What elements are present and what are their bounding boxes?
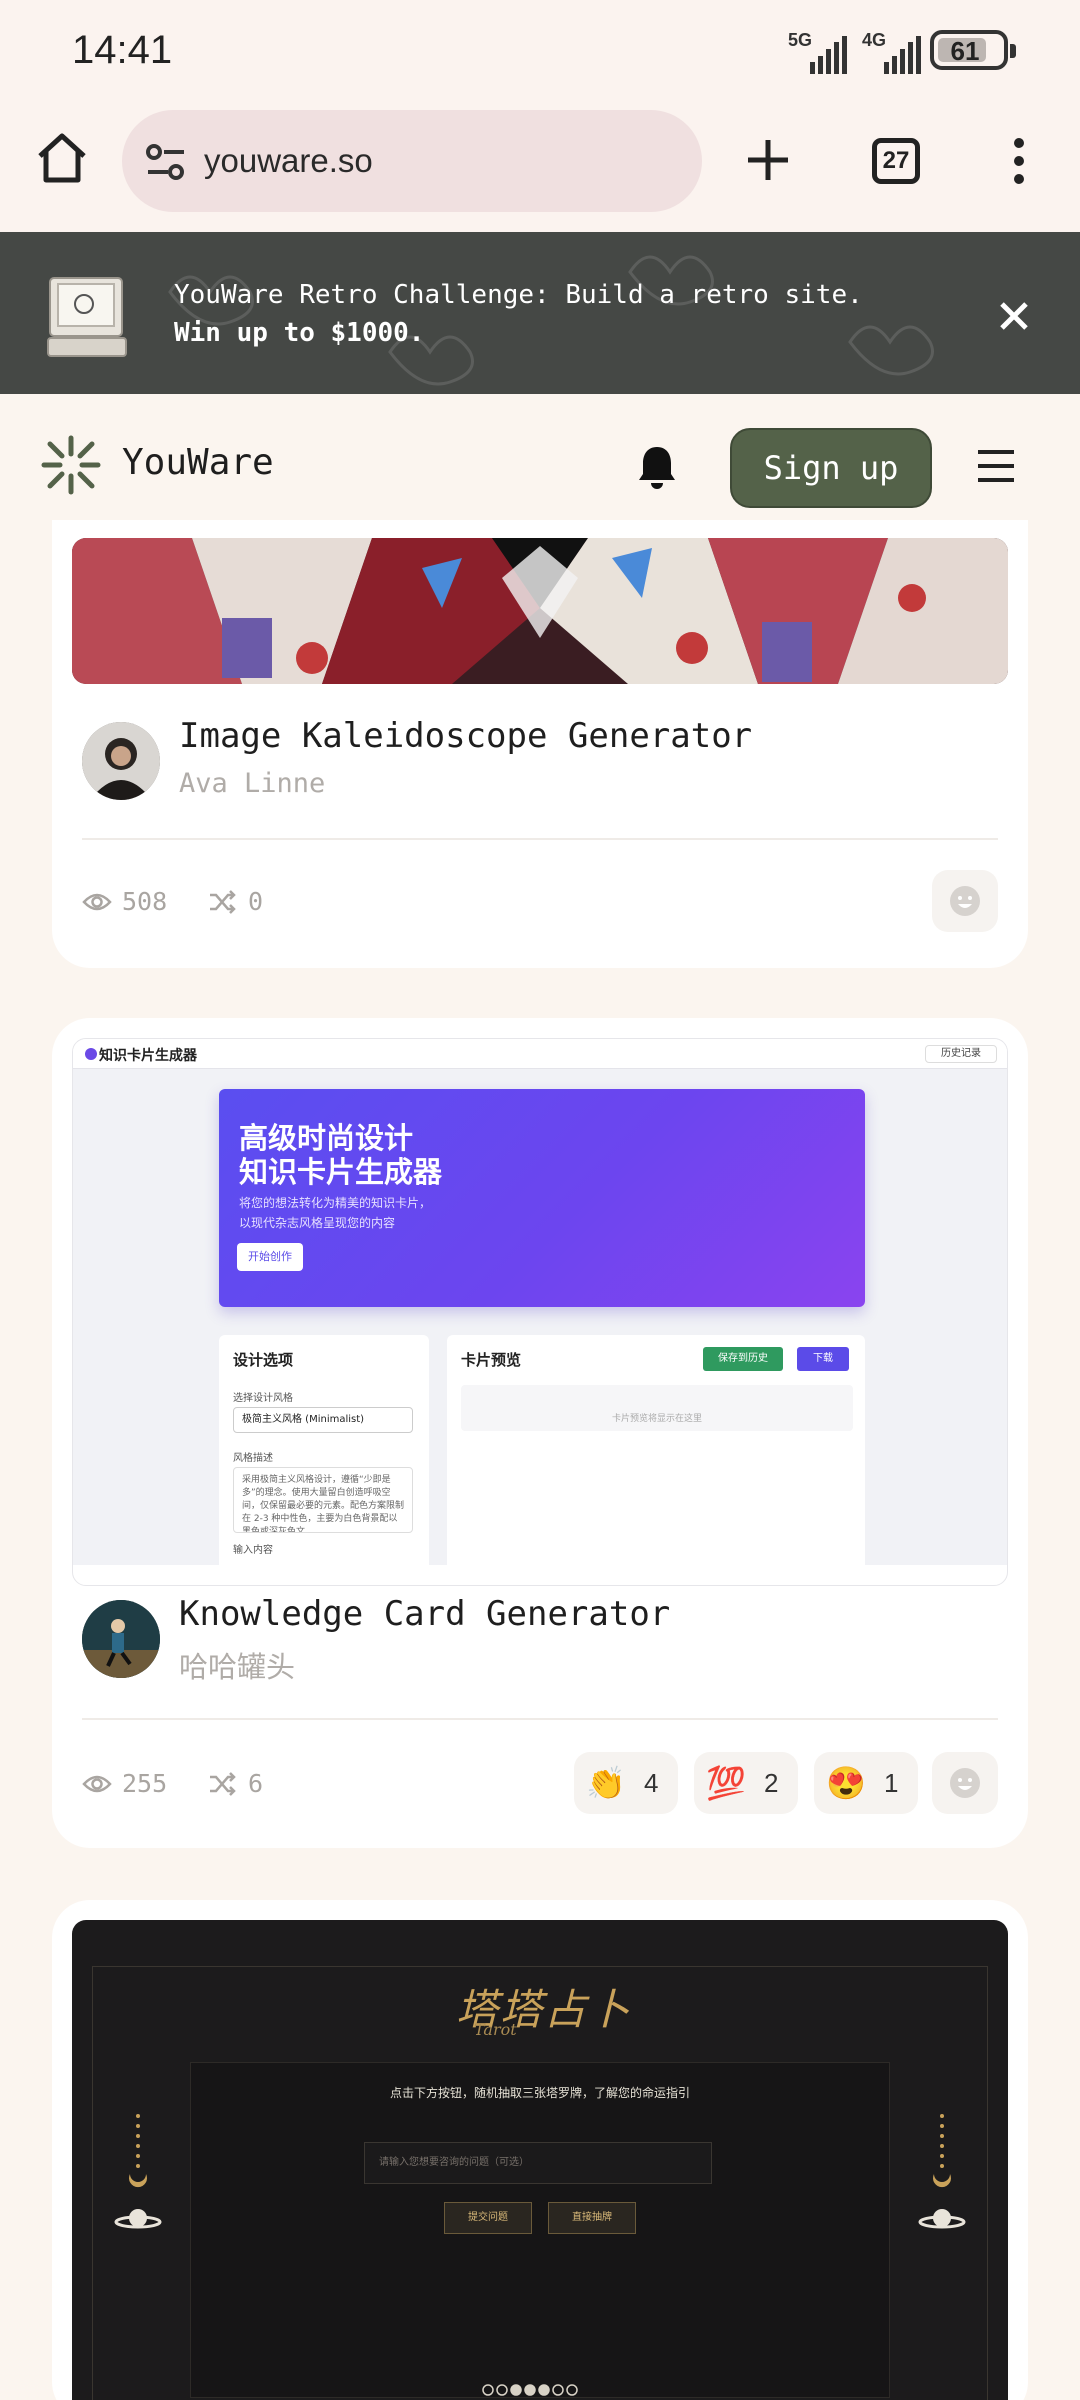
more-menu-icon[interactable] [1004, 136, 1034, 186]
preview-screenshot: 知识卡片生成器 历史记录 高级时尚设计 知识卡片生成器 将您的想法转化为精美的知识… [73, 1039, 1007, 1575]
reaction-clap[interactable]: 👏 4 [574, 1752, 678, 1814]
clap-icon: 👏 [586, 1765, 626, 1801]
shuffle-icon [210, 1772, 236, 1796]
card-divider [82, 838, 998, 840]
project-author[interactable]: 哈哈罐头 [179, 1644, 295, 1686]
remix-count: 6 [248, 1769, 264, 1798]
status-bar: 14:41 5G 4G 61 [0, 0, 1080, 100]
remix-count: 0 [248, 887, 264, 916]
eye-icon [82, 893, 112, 911]
eye-icon [82, 1775, 112, 1793]
close-icon[interactable] [994, 296, 1034, 336]
preview-screenshot: 塔塔占卜 Tarot 点击下方按钮，随机抽取三张塔罗牌，了解您的命运指引 请输入… [72, 1920, 1008, 2400]
tab-switcher-button[interactable]: 27 [872, 138, 920, 184]
views-count: 255 [122, 1769, 168, 1798]
project-stats: 255 6 [82, 1764, 402, 1804]
add-reaction-button[interactable] [932, 1752, 998, 1814]
site-settings-icon[interactable] [144, 140, 188, 184]
banner-line-1: YouWare Retro Challenge: Build a retro s… [174, 280, 863, 310]
address-bar[interactable]: youware.so [122, 110, 702, 212]
battery-icon: 61 [930, 30, 1016, 70]
project-author[interactable]: Ava Linne [179, 768, 325, 799]
home-icon[interactable] [34, 130, 90, 186]
sign-up-button[interactable]: Sign up [730, 428, 932, 508]
banner-line-2: Win up to $1000. [174, 318, 425, 348]
battery-level: 61 [950, 36, 980, 66]
reaction-hundred[interactable]: 💯 2 [694, 1752, 798, 1814]
project-thumbnail[interactable]: 知识卡片生成器 历史记录 高级时尚设计 知识卡片生成器 将您的想法转化为精美的知识… [72, 1038, 1008, 1586]
card-divider [82, 1718, 998, 1720]
banner-text: YouWare Retro Challenge: Build a retro s… [174, 276, 863, 352]
add-reaction-button[interactable] [932, 870, 998, 932]
youware-logo-icon[interactable] [40, 434, 102, 496]
promo-banner: YouWare Retro Challenge: Build a retro s… [0, 232, 1080, 394]
project-title[interactable]: Image Kaleidoscope Generator [179, 716, 752, 756]
project-title[interactable]: Knowledge Card Generator [179, 1594, 670, 1634]
hamburger-menu-icon[interactable] [976, 448, 1016, 484]
reaction-heart-eyes[interactable]: 😍 1 [814, 1752, 918, 1814]
project-card[interactable]: Image Kaleidoscope Generator Ava Linne 5… [52, 520, 1028, 968]
project-stats: 508 0 [82, 882, 482, 922]
project-thumbnail[interactable]: 塔塔占卜 Tarot 点击下方按钮，随机抽取三张塔罗牌，了解您的命运指引 请输入… [72, 1920, 1008, 2400]
url-text[interactable]: youware.so [204, 142, 373, 180]
avatar[interactable] [82, 1600, 160, 1678]
heart-eyes-icon: 😍 [826, 1765, 866, 1801]
hundred-icon: 💯 [706, 1765, 746, 1801]
retro-computer-icon [47, 277, 127, 357]
project-thumbnail[interactable] [72, 538, 1008, 684]
notification-bell-icon[interactable] [636, 444, 678, 490]
site-header: YouWare Sign up [0, 394, 1080, 534]
shuffle-icon [210, 890, 236, 914]
avatar[interactable] [82, 722, 160, 800]
status-time: 14:41 [72, 28, 173, 72]
browser-toolbar: youware.so 27 [0, 100, 1080, 232]
views-count: 508 [122, 887, 168, 916]
smiley-icon [950, 1768, 980, 1798]
brand-name[interactable]: YouWare [122, 442, 274, 483]
new-tab-icon[interactable] [744, 136, 792, 184]
project-card[interactable]: 塔塔占卜 Tarot 点击下方按钮，随机抽取三张塔罗牌，了解您的命运指引 请输入… [52, 1900, 1028, 2400]
project-card[interactable]: 知识卡片生成器 历史记录 高级时尚设计 知识卡片生成器 将您的想法转化为精美的知识… [52, 1018, 1028, 1848]
smiley-icon [950, 886, 980, 916]
